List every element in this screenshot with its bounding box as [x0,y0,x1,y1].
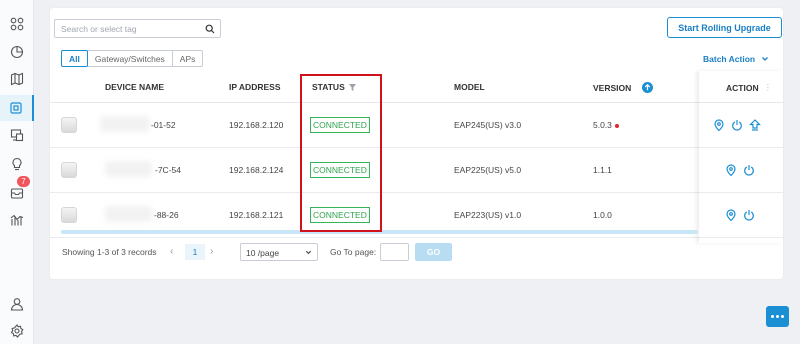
search-box[interactable] [54,19,221,38]
sidebar-item-dashboard[interactable] [0,11,34,37]
chat-icon[interactable] [766,306,789,327]
sidebar: 7 [0,0,34,344]
action-column-shadow [699,71,783,243]
alerts-badge: 7 [17,176,30,187]
clients-icon [10,129,24,142]
sidebar-item-insight[interactable] [0,151,34,177]
device-name[interactable]: -01-52 [151,120,176,130]
device-type-tabs: All Gateway/Switches APs [61,50,204,67]
table-row[interactable]: -01-52 192.168.2.120 CONNECTED EAP245(US… [50,103,783,148]
column-version[interactable]: VERSION [593,82,654,93]
sidebar-item-clients[interactable] [0,122,34,148]
chat-dot [771,315,774,318]
prev-page-button[interactable]: ‹ [170,246,173,257]
column-device-name[interactable]: DEVICE NAME [105,82,164,92]
ap-device-icon [61,162,77,178]
version: 1.1.1 [593,165,612,175]
version: 1.0.0 [593,210,612,220]
goto-page-input[interactable] [380,243,409,261]
redacted-name [100,116,150,132]
page-number[interactable]: 1 [185,244,205,260]
search-icon[interactable] [205,24,215,34]
version: 5.0.3 [593,120,612,130]
dashboard-icon [10,17,24,31]
chevron-down-icon [305,250,312,255]
devices-table: DEVICE NAME IP ADDRESS STATUS MODEL VERS… [50,71,783,238]
tab-aps[interactable]: APs [173,51,203,66]
batch-action-label: Batch Action [703,54,756,64]
redacted-name [105,206,152,222]
table-header: DEVICE NAME IP ADDRESS STATUS MODEL VERS… [50,71,783,103]
table-row[interactable]: -7C-54 192.168.2.124 CONNECTED EAP225(US… [50,148,783,193]
per-page-select[interactable]: 10 /page [240,243,318,261]
device-name[interactable]: -7C-54 [155,165,181,175]
pagination: Showing 1-3 of 3 records ‹ 1 › 10 /page … [62,242,462,262]
sidebar-item-map[interactable] [0,66,34,92]
device-name[interactable]: -88-26 [154,210,179,220]
goto-label: Go To page: [330,247,377,257]
per-page-value: 10 /page [246,248,280,258]
devices-panel: Start Rolling Upgrade All Gateway/Switch… [50,8,783,279]
model: EAP223(US) v1.0 [454,210,522,220]
sidebar-item-settings[interactable] [0,318,34,344]
ap-device-icon [61,207,77,223]
user-icon [10,298,24,311]
tab-all[interactable]: All [61,50,88,67]
insight-icon [12,157,22,171]
model: EAP225(US) v5.0 [454,165,522,175]
start-rolling-upgrade-button[interactable]: Start Rolling Upgrade [667,17,782,38]
batch-action-dropdown[interactable]: Batch Action [703,54,769,64]
model: EAP245(US) v3.0 [454,120,522,130]
column-version-label: VERSION [593,82,632,93]
sidebar-item-alerts[interactable]: 7 [0,176,34,206]
chat-dot [776,315,779,318]
search-input[interactable] [61,23,201,34]
records-summary: Showing 1-3 of 3 records [62,247,157,257]
alerts-icon [10,188,24,199]
status-highlight-box [300,74,382,232]
sidebar-item-statistics[interactable] [0,39,34,65]
ip-address: 192.168.2.124 [229,165,284,175]
ip-address: 192.168.2.121 [229,210,284,220]
sidebar-item-reports[interactable] [0,207,34,233]
column-ip-address[interactable]: IP ADDRESS [229,82,281,92]
statistics-icon [10,45,24,59]
tab-gateway-switches[interactable]: Gateway/Switches [88,51,173,66]
devices-icon [10,102,22,114]
next-page-button[interactable]: › [210,246,213,257]
column-model[interactable]: MODEL [454,82,485,92]
settings-icon [10,324,24,338]
go-button[interactable]: GO [415,243,452,261]
upgrade-all-icon[interactable] [642,82,654,93]
ap-device-icon [61,117,77,133]
chevron-down-icon [762,57,769,61]
map-icon [10,72,24,86]
sidebar-item-user[interactable] [0,291,34,317]
reports-icon [10,214,24,226]
version-cell: 5.0.3 [593,120,619,130]
chat-dot [781,315,784,318]
redacted-name [105,161,152,177]
upgrade-available-dot [614,123,619,128]
ip-address: 192.168.2.120 [229,120,284,130]
sidebar-item-devices[interactable] [0,95,34,121]
